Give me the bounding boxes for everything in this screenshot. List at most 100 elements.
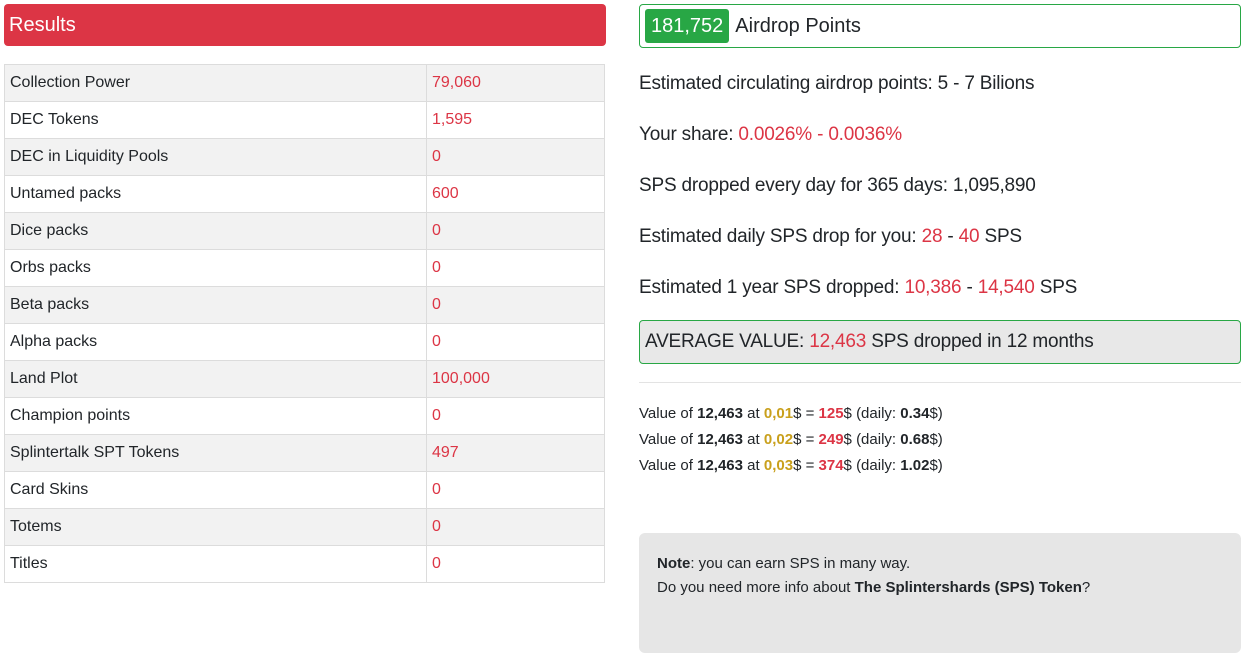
row-land-plot: Land Plot 100,000 bbox=[5, 360, 604, 397]
note-box: Note: you can earn SPS in many way. Do y… bbox=[639, 533, 1241, 653]
row-label: Untamed packs bbox=[5, 176, 427, 212]
valuation-equals: = bbox=[805, 431, 815, 448]
daily-user-line: Estimated daily SPS drop for you: 28 - 4… bbox=[639, 222, 1022, 252]
share-label: Your share: bbox=[639, 124, 734, 145]
daily-total-value: 1,095,890 bbox=[952, 175, 1036, 196]
row-label: Splintertalk SPT Tokens bbox=[5, 435, 427, 471]
valuation-line: Value of 12,463 at 0,03$ = 374$ (daily: … bbox=[639, 453, 943, 479]
valuation-daily-open: (daily: bbox=[856, 431, 897, 448]
valuation-daily-open: (daily: bbox=[856, 457, 897, 474]
average-value-box: AVERAGE VALUE: 12,463 SPS dropped in 12 … bbox=[639, 320, 1241, 364]
info-topic: The Splintershards (SPS) Token bbox=[854, 579, 1082, 596]
row-label: Orbs packs bbox=[5, 250, 427, 286]
valuation-total: 249 bbox=[818, 431, 844, 448]
valuation-line: Value of 12,463 at 0,02$ = 249$ (daily: … bbox=[639, 427, 943, 453]
yearly-user-label: Estimated 1 year SPS dropped: bbox=[639, 277, 900, 298]
airdrop-points-box: 181,752 Airdrop Points bbox=[639, 4, 1241, 48]
row-label: Card Skins bbox=[5, 472, 427, 508]
row-value: 0 bbox=[432, 296, 441, 313]
valuation-currency: $ bbox=[793, 457, 802, 474]
row-dec-liquidity-pools: DEC in Liquidity Pools 0 bbox=[5, 138, 604, 175]
results-header: Results bbox=[4, 4, 606, 46]
row-value: 0 bbox=[432, 259, 441, 276]
valuation-amount: 12,463 bbox=[697, 457, 743, 474]
row-value: 0 bbox=[432, 555, 441, 572]
row-label: DEC Tokens bbox=[5, 102, 427, 138]
average-value-label: AVERAGE VALUE: bbox=[645, 331, 805, 352]
row-label: Alpha packs bbox=[5, 324, 427, 360]
row-orbs-packs: Orbs packs 0 bbox=[5, 249, 604, 286]
row-alpha-packs: Alpha packs 0 bbox=[5, 323, 604, 360]
valuation-daily-close: $) bbox=[929, 457, 943, 474]
valuation-equals: = bbox=[805, 457, 815, 474]
valuation-daily-close: $) bbox=[929, 431, 943, 448]
circulating-points-label: Estimated circulating airdrop points: bbox=[639, 73, 933, 94]
daily-total-line: SPS dropped every day for 365 days: 1,09… bbox=[639, 171, 1036, 201]
valuation-daily: 0.68 bbox=[900, 431, 930, 448]
average-value-amount: 12,463 bbox=[809, 331, 867, 352]
valuation-prefix: Value of bbox=[639, 457, 693, 474]
row-totems: Totems 0 bbox=[5, 508, 604, 545]
daily-user-separator: - bbox=[947, 226, 954, 247]
valuation-currency: $ bbox=[793, 405, 802, 422]
circulating-points-line: Estimated circulating airdrop points: 5 … bbox=[639, 69, 1035, 99]
row-value: 600 bbox=[432, 185, 459, 202]
share-min: 0.0026% bbox=[738, 124, 812, 145]
valuation-list: Value of 12,463 at 0,01$ = 125$ (daily: … bbox=[639, 401, 943, 479]
row-card-skins: Card Skins 0 bbox=[5, 471, 604, 508]
note-title: Note bbox=[657, 555, 691, 572]
row-titles: Titles 0 bbox=[5, 545, 604, 582]
info-line: Do you need more info about The Splinter… bbox=[657, 576, 1223, 600]
valuation-price: 0,01 bbox=[763, 405, 794, 422]
results-table: Collection Power 79,060 DEC Tokens 1,595… bbox=[4, 64, 605, 583]
share-max: 0.0036% bbox=[828, 124, 902, 145]
row-untamed-packs: Untamed packs 600 bbox=[5, 175, 604, 212]
row-label: Champion points bbox=[5, 398, 427, 434]
row-value: 100,000 bbox=[432, 370, 490, 387]
valuation-price: 0,02 bbox=[763, 431, 794, 448]
row-label: Collection Power bbox=[5, 65, 427, 101]
circulating-points-value: 5 - 7 Bilions bbox=[937, 73, 1035, 94]
valuation-currency: $ bbox=[843, 431, 852, 448]
row-label: Titles bbox=[5, 546, 427, 582]
daily-user-label: Estimated daily SPS drop for you: bbox=[639, 226, 917, 247]
valuation-daily: 0.34 bbox=[900, 405, 930, 422]
row-champion-points: Champion points 0 bbox=[5, 397, 604, 434]
row-label: Dice packs bbox=[5, 213, 427, 249]
note-line: Note: you can earn SPS in many way. bbox=[657, 552, 1223, 576]
row-value: 0 bbox=[432, 407, 441, 424]
average-value-suffix: SPS dropped in 12 months bbox=[871, 331, 1094, 352]
daily-user-unit: SPS bbox=[984, 226, 1022, 247]
row-value: 0 bbox=[432, 518, 441, 535]
valuation-equals: = bbox=[805, 405, 815, 422]
yearly-user-max: 14,540 bbox=[977, 277, 1035, 298]
row-label: Land Plot bbox=[5, 361, 427, 397]
row-dice-packs: Dice packs 0 bbox=[5, 212, 604, 249]
row-value: 0 bbox=[432, 333, 441, 350]
airdrop-points-badge: 181,752 bbox=[645, 9, 730, 43]
row-value: 79,060 bbox=[432, 74, 481, 91]
divider bbox=[639, 382, 1241, 383]
yearly-user-unit: SPS bbox=[1039, 277, 1078, 298]
row-label: DEC in Liquidity Pools bbox=[5, 139, 427, 175]
valuation-currency: $ bbox=[843, 405, 852, 422]
valuation-amount: 12,463 bbox=[697, 405, 743, 422]
daily-user-max: 40 bbox=[958, 226, 980, 247]
valuation-amount: 12,463 bbox=[697, 431, 743, 448]
valuation-price: 0,03 bbox=[763, 457, 794, 474]
row-collection-power: Collection Power 79,060 bbox=[5, 65, 604, 101]
share-line: Your share: 0.0026% - 0.0036% bbox=[639, 120, 902, 150]
valuation-daily-open: (daily: bbox=[856, 405, 897, 422]
valuation-at: at bbox=[747, 457, 760, 474]
valuation-total: 125 bbox=[818, 405, 844, 422]
yearly-user-separator: - bbox=[966, 277, 973, 298]
yearly-user-min: 10,386 bbox=[904, 277, 962, 298]
daily-user-min: 28 bbox=[921, 226, 943, 247]
share-separator: - bbox=[817, 124, 824, 145]
note-text: : you can earn SPS in many way. bbox=[690, 555, 911, 572]
valuation-at: at bbox=[747, 431, 760, 448]
row-label: Beta packs bbox=[5, 287, 427, 323]
row-value: 497 bbox=[432, 444, 459, 461]
valuation-total: 374 bbox=[818, 457, 844, 474]
valuation-currency: $ bbox=[843, 457, 852, 474]
